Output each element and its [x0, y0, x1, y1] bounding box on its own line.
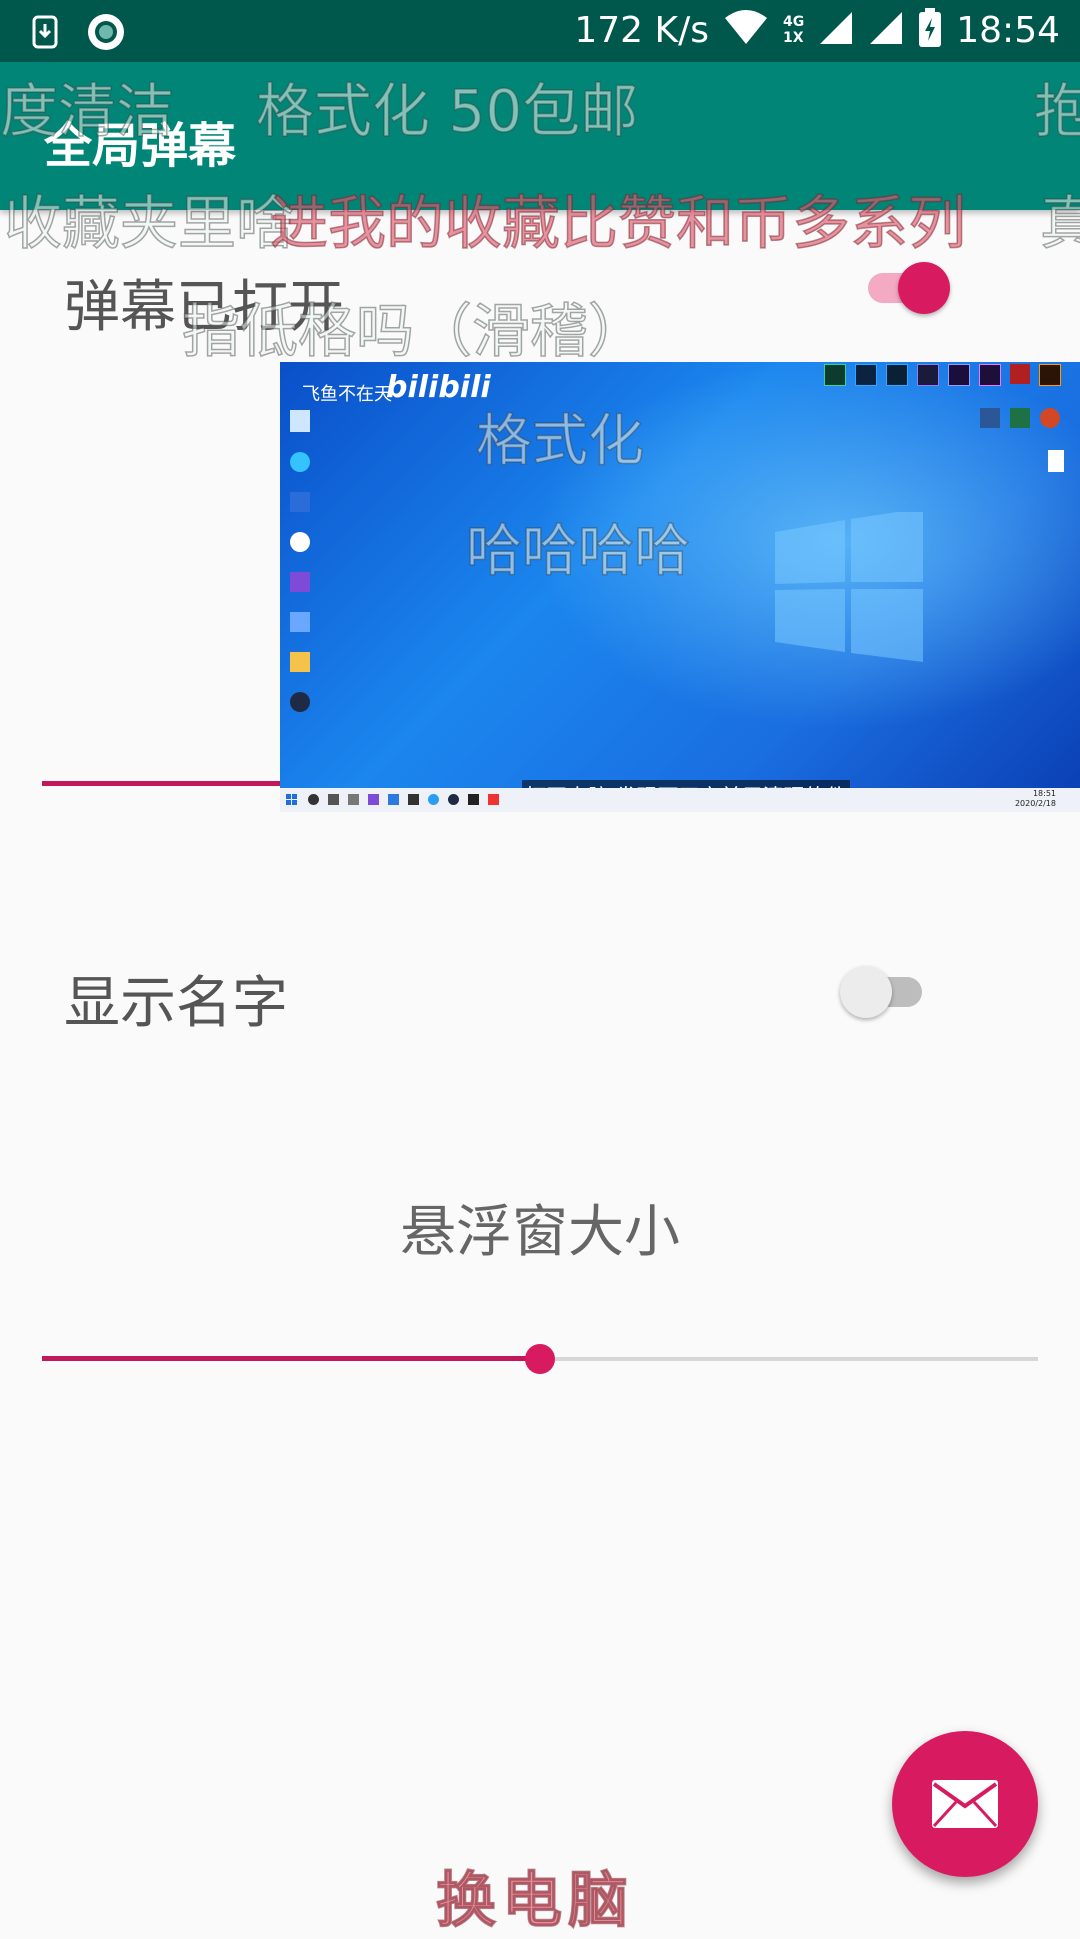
task-view-icon — [328, 794, 339, 805]
mail-icon — [932, 1780, 998, 1828]
taskbar-time: 18:51 — [1032, 789, 1056, 798]
xcode-icon — [290, 612, 310, 632]
switch-thumb[interactable] — [840, 966, 892, 1018]
danmaku-text: 真 — [1039, 188, 1080, 258]
window-size-slider[interactable] — [42, 1339, 1038, 1379]
app-icon — [290, 492, 310, 512]
search-icon — [308, 794, 319, 805]
network-type-badge: 4G 1X — [783, 14, 805, 46]
wifi-icon — [723, 10, 769, 50]
lightroom-icon — [886, 364, 908, 386]
app-icon — [468, 794, 479, 805]
show-name-label: 显示名字 — [64, 971, 288, 1036]
after-effects-icon — [948, 364, 970, 386]
desktop-icons-right — [980, 408, 1060, 428]
brand-logo: bilibili — [386, 370, 491, 405]
app-icon — [388, 794, 399, 805]
desktop-icons-left — [286, 402, 316, 732]
network-speed: 172 K/s — [574, 9, 710, 51]
download-notification-icon — [32, 15, 58, 53]
windows-logo — [775, 508, 925, 666]
app-icon — [448, 794, 459, 805]
danmaku-text: 收藏夹里啥 — [3, 188, 295, 258]
danmaku-text: 抱 — [1033, 76, 1080, 146]
show-name-switch[interactable] — [840, 960, 930, 1020]
word-icon — [980, 408, 1000, 428]
edge-icon — [428, 794, 439, 805]
app-icon-3 — [1010, 364, 1030, 384]
app-icon-2 — [290, 692, 310, 712]
premiere-icon — [979, 364, 1001, 386]
visual-studio-icon — [290, 572, 310, 592]
app-icon — [368, 794, 379, 805]
folder-icon — [290, 652, 310, 672]
itunes-icon — [290, 532, 310, 552]
slider-fill — [42, 1356, 540, 1361]
audition-icon — [824, 364, 846, 386]
desktop-icons-top-right — [824, 364, 1061, 386]
app-icon — [408, 794, 419, 805]
danmaku-text: 指低格吗（滑稽） — [181, 296, 647, 366]
encoder-icon — [917, 364, 939, 386]
video-overlay-window[interactable]: 飞鱼不在天 bilibili 格式化 哈哈哈哈 打开电脑 发现两天之前用清理软件 — [280, 362, 1080, 812]
windows-taskbar: 18:51 2020/2/18 — [280, 788, 1080, 812]
taskbar-apps — [308, 794, 499, 805]
window-size-label: 悬浮窗大小 — [400, 1200, 680, 1265]
danmaku-text: 换电脑 — [435, 1865, 634, 1937]
taskbar-date: 2020/2/18 — [1014, 799, 1056, 808]
switch-thumb[interactable] — [898, 262, 950, 314]
video-danmaku: 格式化 — [475, 408, 645, 475]
send-mail-fab[interactable] — [892, 1731, 1038, 1877]
signal-icon-2 — [868, 10, 904, 50]
signal-icon — [818, 10, 854, 50]
excel-icon — [1010, 408, 1030, 428]
video-danmaku: 哈哈哈哈 — [465, 518, 691, 585]
danmaku-text: 格式化 50包邮 — [255, 76, 639, 146]
clock: 18:54 — [956, 9, 1060, 51]
photoshop-icon — [855, 364, 877, 386]
record-icon — [86, 12, 126, 56]
powerpoint-icon — [1040, 408, 1060, 428]
slider-knob[interactable] — [525, 1344, 555, 1374]
edge-icon — [290, 452, 310, 472]
danmaku-text: 进我的收藏比赞和币多系列 — [269, 188, 967, 258]
recycle-bin-icon — [290, 410, 310, 432]
danmaku-text: 度清洁 — [0, 76, 175, 146]
battery-charging-icon — [918, 8, 942, 52]
danmaku-toggle-switch[interactable] — [860, 256, 950, 316]
status-bar: 172 K/s 4G 1X 18:54 — [0, 0, 1080, 62]
app-icon — [488, 794, 499, 805]
start-menu-icon — [286, 794, 297, 805]
app-icon — [348, 794, 359, 805]
file-icon — [1048, 450, 1064, 472]
illustrator-icon — [1039, 364, 1061, 386]
